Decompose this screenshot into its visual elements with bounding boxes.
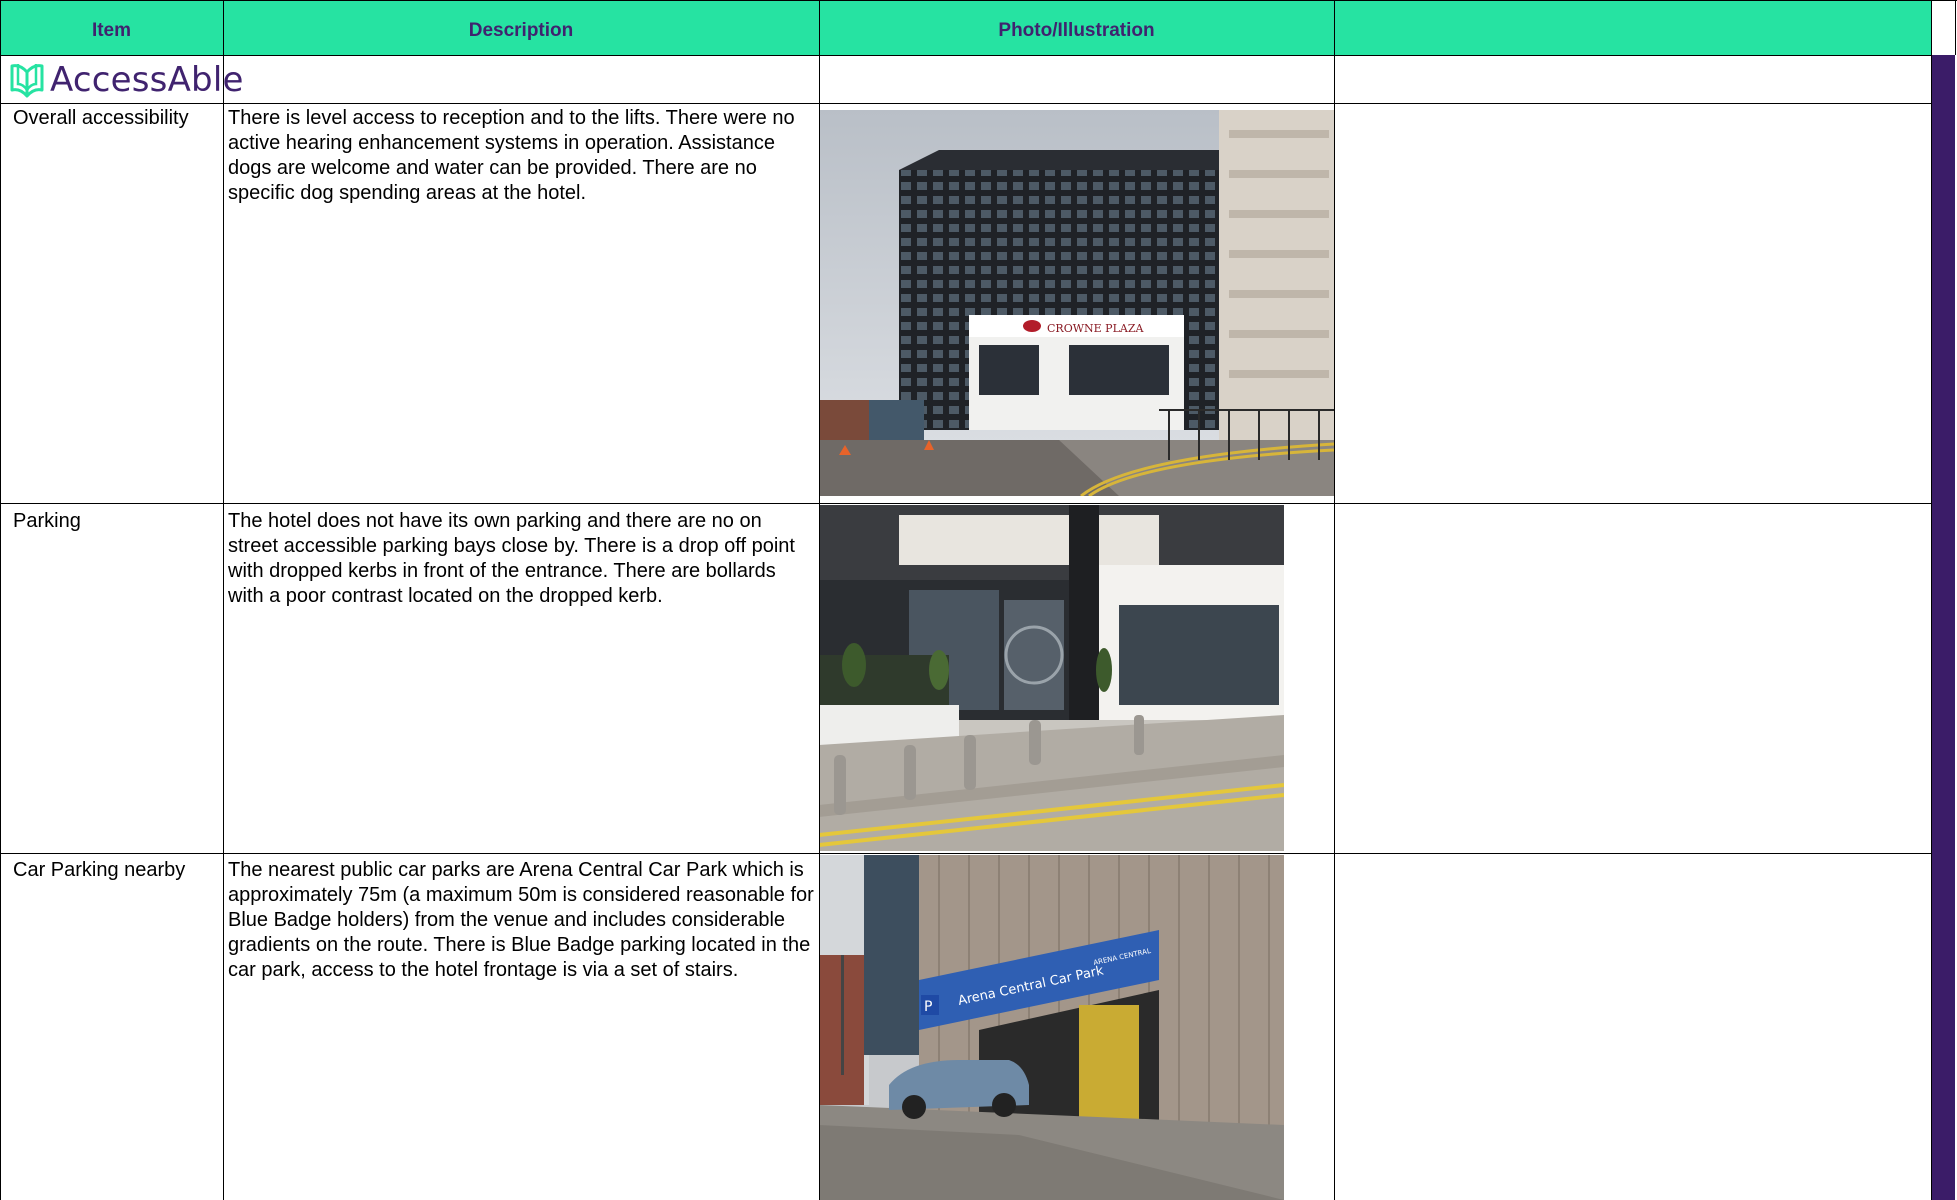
header-extra[interactable] (1334, 0, 1931, 55)
grid-line (0, 0, 1, 1200)
grid-line (1955, 0, 1956, 55)
header-photo[interactable]: Photo/Illustration (819, 0, 1334, 55)
accessable-logo: AccessAble (8, 58, 244, 102)
spreadsheet: Item Description Photo/Illustration Acce… (0, 0, 1957, 1200)
grid-line (223, 0, 224, 1200)
grid-line (0, 55, 1931, 56)
row-2-description[interactable]: The hotel does not have its own parking … (225, 507, 819, 609)
row-2-item[interactable]: Parking (10, 507, 223, 534)
photo-car-park: P Arena Central Car Park ARENA CENTRAL (819, 855, 1284, 1200)
grid-line (0, 103, 1931, 104)
row-3-item[interactable]: Car Parking nearby (10, 856, 223, 883)
hotel-sign: CROWNE PLAZA (1047, 322, 1144, 335)
accessable-book-icon (10, 64, 44, 98)
car-park-p-sign: P (924, 999, 932, 1015)
photo-entrance-bollards (819, 505, 1284, 851)
photo-hotel-exterior: CROWNE PLAZA (819, 110, 1334, 496)
grid-line (819, 0, 820, 1200)
row-1-description[interactable]: There is level access to reception and t… (225, 104, 819, 206)
accent-bar (1931, 55, 1955, 1200)
grid-line (0, 853, 1931, 854)
header-item[interactable]: Item (0, 0, 223, 55)
logo-text: AccessAble (50, 60, 244, 100)
grid-line (1334, 0, 1335, 1200)
grid-line (0, 503, 1931, 504)
row-1-item[interactable]: Overall accessibility (10, 104, 223, 131)
grid-line (0, 0, 1957, 1)
row-3-description[interactable]: The nearest public car parks are Arena C… (225, 856, 819, 983)
grid-line (1931, 0, 1932, 1200)
header-description[interactable]: Description (223, 0, 819, 55)
